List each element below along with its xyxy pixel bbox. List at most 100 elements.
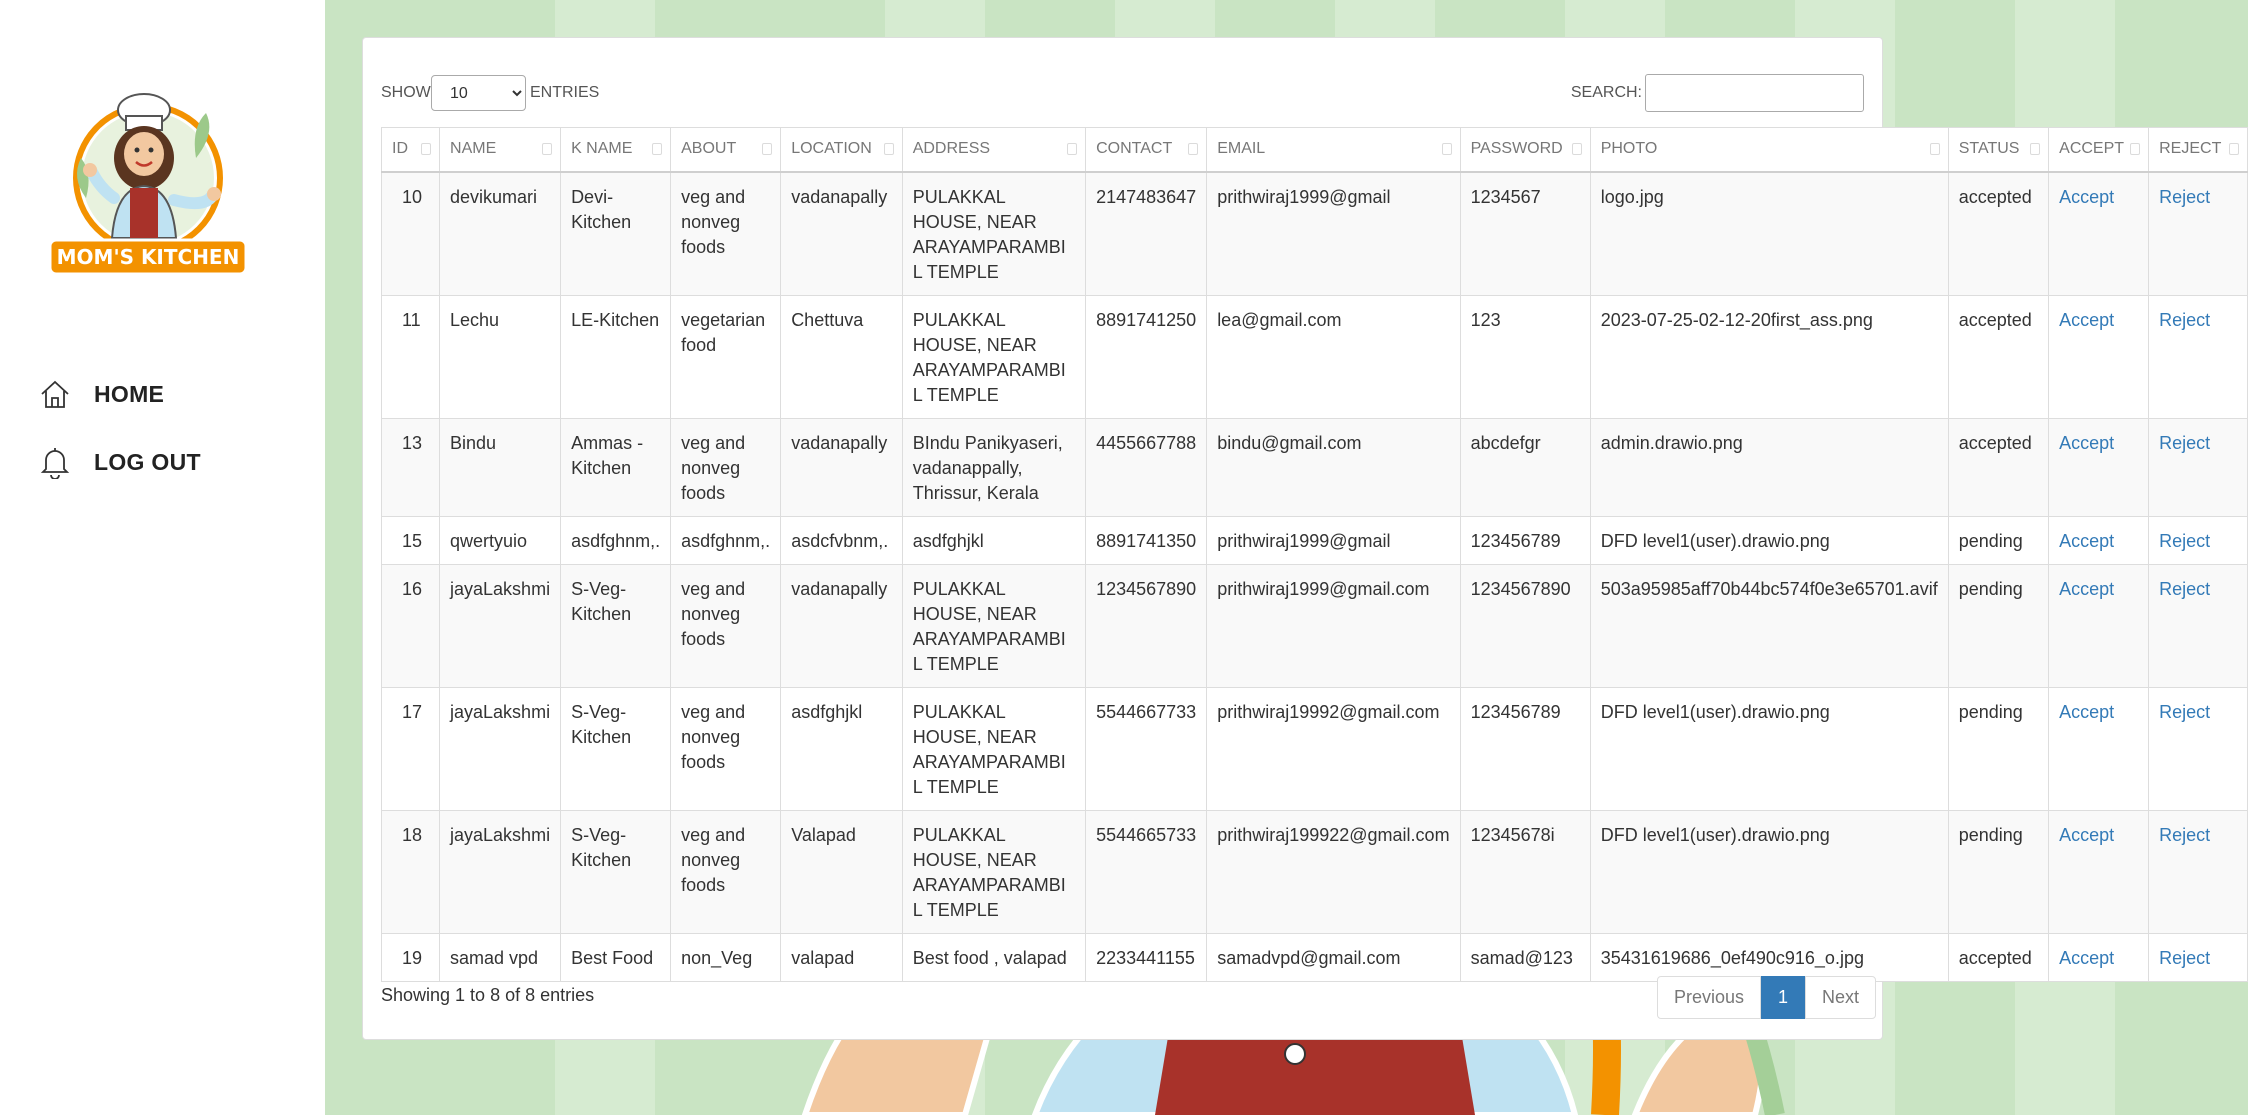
column-header[interactable]: STATUS bbox=[1947, 127, 2050, 173]
accept-link[interactable]: Accept bbox=[2059, 531, 2114, 551]
cell-accept: Accept bbox=[2048, 171, 2150, 296]
column-header[interactable]: K NAME bbox=[560, 127, 672, 173]
cell-status: pending bbox=[1947, 809, 2050, 934]
nav-home[interactable]: HOME bbox=[38, 360, 201, 428]
sort-icon[interactable] bbox=[1067, 143, 1078, 155]
reject-link[interactable]: Reject bbox=[2159, 702, 2210, 722]
accept-link[interactable]: Accept bbox=[2059, 702, 2114, 722]
column-header-label: ID bbox=[392, 140, 408, 158]
sort-icon[interactable] bbox=[2030, 143, 2041, 155]
column-header-label: PHOTO bbox=[1600, 140, 1658, 158]
cell-password: 123 bbox=[1459, 294, 1591, 419]
cell-reject: Reject bbox=[2148, 294, 2248, 419]
cell-accept: Accept bbox=[2048, 417, 2150, 517]
sort-icon[interactable] bbox=[2229, 143, 2239, 155]
cell-about: veg and nonveg foods bbox=[670, 417, 782, 517]
sort-icon[interactable] bbox=[542, 143, 553, 155]
cell-location: asdfghjkl bbox=[780, 686, 903, 811]
table-header-row: ID NAME K NAME ABOUT LOCATION ADDRESS CONTACT E… bbox=[380, 127, 2248, 173]
cell-id: 19 bbox=[380, 932, 441, 982]
cell-contact: 1234567890 bbox=[1085, 563, 1208, 688]
cell-photo: DFD level1(user).drawio.png bbox=[1589, 809, 1949, 934]
cell-address: Best food , valapad bbox=[901, 932, 1087, 982]
column-header-label: ABOUT bbox=[681, 140, 737, 158]
column-header[interactable]: LOCATION bbox=[780, 127, 903, 173]
column-header[interactable]: PHOTO bbox=[1589, 127, 1949, 173]
column-header[interactable]: EMAIL bbox=[1206, 127, 1461, 173]
search-label: SEARCH: bbox=[1570, 84, 1642, 101]
reject-link[interactable]: Reject bbox=[2159, 310, 2210, 330]
cell-password: 123456789 bbox=[1459, 515, 1591, 565]
entries-label: ENTRIES bbox=[530, 84, 600, 101]
cell-password: samad@123 bbox=[1459, 932, 1591, 982]
cell-photo: DFD level1(user).drawio.png bbox=[1589, 686, 1949, 811]
column-header[interactable]: ADDRESS bbox=[901, 127, 1087, 173]
sort-icon[interactable] bbox=[421, 143, 432, 155]
column-header[interactable]: PASSWORD bbox=[1459, 127, 1591, 173]
accept-link[interactable]: Accept bbox=[2059, 187, 2114, 207]
next-button[interactable]: Next bbox=[1805, 976, 1877, 1019]
cell-about: veg and nonveg foods bbox=[670, 563, 782, 688]
cell-email: prithwiraj1999@gmail.com bbox=[1206, 563, 1461, 688]
column-header[interactable]: CONTACT bbox=[1085, 127, 1208, 173]
sort-icon[interactable] bbox=[1929, 143, 1940, 155]
cell-status: accepted bbox=[1947, 417, 2050, 517]
cell-photo: DFD level1(user).drawio.png bbox=[1589, 515, 1949, 565]
previous-button[interactable]: Previous bbox=[1657, 976, 1762, 1019]
cell-kname: asdfghnm,. bbox=[560, 515, 672, 565]
sidebar: MOM'S KITCHEN HOME LOG OUT bbox=[0, 0, 325, 1115]
column-header[interactable]: REJECT bbox=[2148, 127, 2248, 173]
cell-accept: Accept bbox=[2048, 932, 2150, 982]
accept-link[interactable]: Accept bbox=[2059, 579, 2114, 599]
column-header[interactable]: NAME bbox=[439, 127, 562, 173]
cell-location: asdcfvbnm,. bbox=[780, 515, 903, 565]
entries-select[interactable]: 10 bbox=[431, 75, 526, 111]
reject-link[interactable]: Reject bbox=[2159, 948, 2210, 968]
table-row: 16 jayaLakshmi S-Veg-Kitchen veg and nonveg… bbox=[380, 563, 2248, 688]
cell-kname: S-Veg-Kitchen bbox=[560, 563, 672, 688]
reject-link[interactable]: Reject bbox=[2159, 531, 2210, 551]
cell-reject: Reject bbox=[2148, 686, 2248, 811]
reject-link[interactable]: Reject bbox=[2159, 187, 2210, 207]
nav-logout[interactable]: LOG OUT bbox=[38, 428, 201, 496]
sort-icon[interactable] bbox=[1571, 143, 1582, 155]
cell-about: asdfghnm,. bbox=[670, 515, 782, 565]
cell-contact: 2147483647 bbox=[1085, 171, 1208, 296]
accept-link[interactable]: Accept bbox=[2059, 825, 2114, 845]
reject-link[interactable]: Reject bbox=[2159, 433, 2210, 453]
cell-location: vadanapally bbox=[780, 171, 903, 296]
cell-name: Bindu bbox=[439, 417, 562, 517]
cell-email: prithwiraj1999@gmail bbox=[1206, 171, 1461, 296]
reject-link[interactable]: Reject bbox=[2159, 825, 2210, 845]
sort-icon[interactable] bbox=[2130, 143, 2141, 155]
pagination: Previous 1 Next bbox=[1657, 976, 1877, 1019]
cell-contact: 5544665733 bbox=[1085, 809, 1208, 934]
column-header[interactable]: ACCEPT bbox=[2048, 127, 2150, 173]
page-1-button[interactable]: 1 bbox=[1761, 976, 1806, 1019]
accept-link[interactable]: Accept bbox=[2059, 948, 2114, 968]
column-header[interactable]: ID bbox=[380, 127, 441, 173]
cell-accept: Accept bbox=[2048, 809, 2150, 934]
cell-accept: Accept bbox=[2048, 686, 2150, 811]
table-row: 18 jayaLakshmi S-Veg-Kitchen veg and nonveg… bbox=[380, 809, 2248, 934]
accept-link[interactable]: Accept bbox=[2059, 310, 2114, 330]
cell-kname: Best Food bbox=[560, 932, 672, 982]
cell-kname: S-Veg-Kitchen bbox=[560, 809, 672, 934]
sort-icon[interactable] bbox=[1441, 143, 1452, 155]
cell-name: devikumari bbox=[439, 171, 562, 296]
accept-link[interactable]: Accept bbox=[2059, 433, 2114, 453]
cell-accept: Accept bbox=[2048, 294, 2150, 419]
sort-icon[interactable] bbox=[1188, 143, 1199, 155]
cell-name: jayaLakshmi bbox=[439, 809, 562, 934]
column-header-label: CONTACT bbox=[1096, 140, 1173, 158]
column-header-label: LOCATION bbox=[791, 140, 872, 158]
column-header[interactable]: ABOUT bbox=[670, 127, 782, 173]
reject-link[interactable]: Reject bbox=[2159, 579, 2210, 599]
sort-icon[interactable] bbox=[883, 143, 894, 155]
cell-reject: Reject bbox=[2148, 417, 2248, 517]
cell-address: PULAKKAL HOUSE, NEAR ARAYAMPARAMBIL TEMP… bbox=[901, 294, 1087, 419]
search-input[interactable] bbox=[1645, 74, 1864, 112]
sort-icon[interactable] bbox=[762, 143, 773, 155]
sort-icon[interactable] bbox=[652, 143, 663, 155]
cell-email: prithwiraj19992@gmail.com bbox=[1206, 686, 1461, 811]
